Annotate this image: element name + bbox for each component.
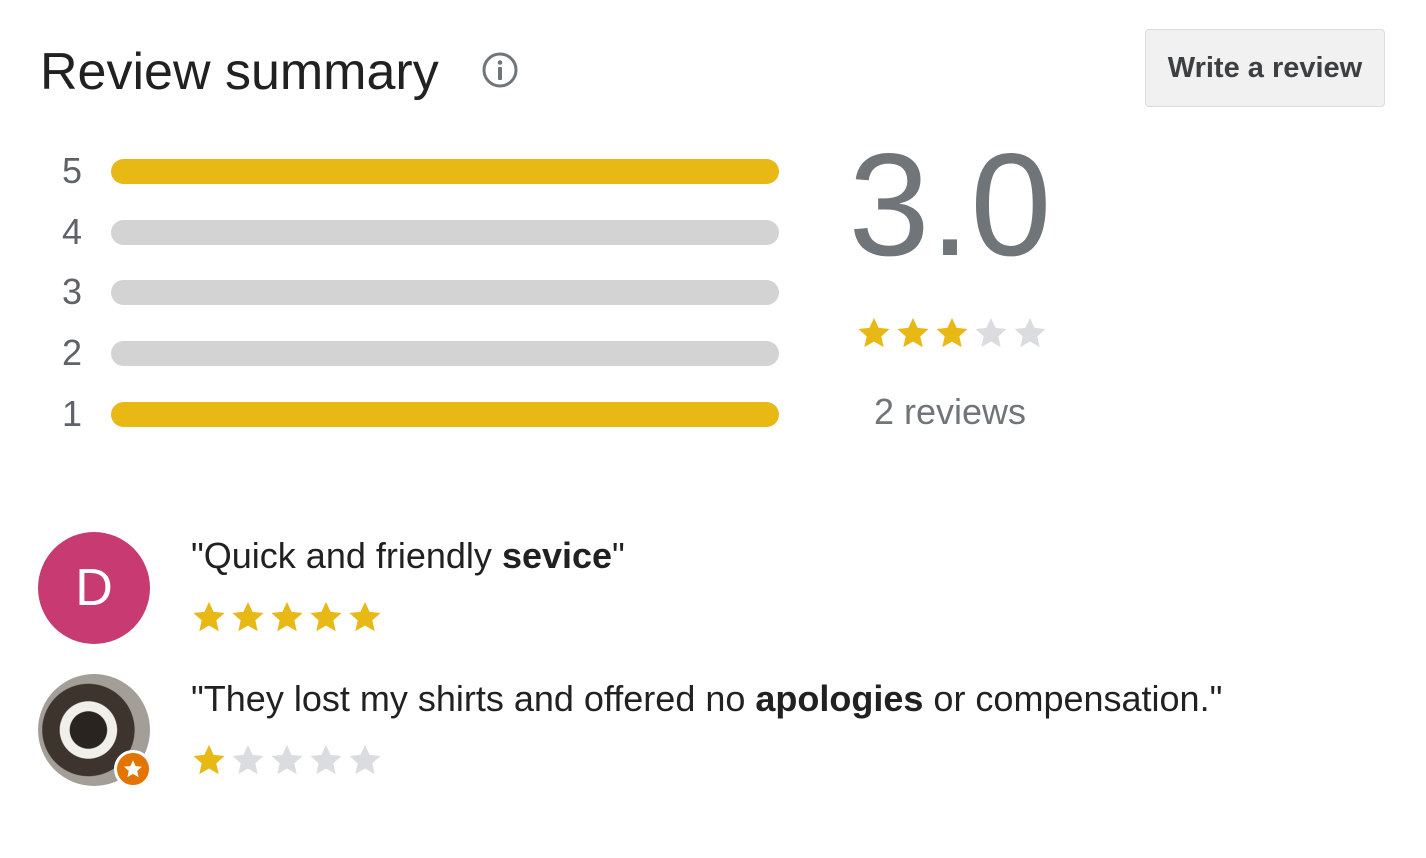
star-icon <box>307 598 345 636</box>
review-text-start: They lost my shirts and offered no <box>203 678 756 719</box>
histogram-row-3[interactable]: 3 <box>55 272 785 312</box>
histogram-bar-track <box>111 159 779 184</box>
histogram-label: 2 <box>61 332 83 373</box>
local-guide-badge-icon <box>114 750 152 788</box>
star-icon <box>190 598 228 636</box>
histogram-label: 4 <box>61 211 83 252</box>
review-text-end: or compensation. <box>923 678 1210 719</box>
review-count-link[interactable]: 2 reviews <box>830 390 1070 434</box>
star-icon <box>268 741 306 779</box>
star-icon <box>894 314 932 352</box>
avatar[interactable]: D <box>38 532 150 644</box>
histogram-bar-track <box>111 341 779 366</box>
info-icon[interactable] <box>481 51 519 89</box>
write-review-button[interactable]: Write a review <box>1145 29 1385 107</box>
star-icon <box>307 741 345 779</box>
page-title: Review summary <box>40 43 439 101</box>
histogram-bar-fill <box>111 159 779 184</box>
star-icon <box>933 314 971 352</box>
star-icon <box>1011 314 1049 352</box>
review-highlight: apologies <box>755 678 924 719</box>
avatar[interactable] <box>38 674 152 788</box>
review-highlight: sevice <box>501 535 613 576</box>
histogram-row-1[interactable]: 1 <box>55 394 785 434</box>
review-stars <box>190 741 385 781</box>
quote-open: " <box>191 678 204 719</box>
histogram-row-2[interactable]: 2 <box>55 333 785 373</box>
histogram-row-5[interactable]: 5 <box>55 151 785 191</box>
star-icon <box>972 314 1010 352</box>
histogram-bar-track <box>111 402 779 427</box>
histogram-label: 5 <box>61 150 83 191</box>
star-icon <box>190 741 228 779</box>
star-icon <box>855 314 893 352</box>
histogram-label: 1 <box>61 393 83 434</box>
star-icon <box>268 598 306 636</box>
quote-open: " <box>191 535 204 576</box>
histogram-bar-track <box>111 220 779 245</box>
quote-close: " <box>612 535 625 576</box>
review-text-start: Quick and friendly <box>203 535 502 576</box>
review-text: "Quick and friendly sevice" <box>191 534 625 578</box>
average-rating: 3.0 <box>848 123 1052 286</box>
review-text: "They lost my shirts and offered no apol… <box>191 677 1222 721</box>
histogram-label: 3 <box>61 271 83 312</box>
star-icon <box>346 598 384 636</box>
review-stars <box>190 598 385 638</box>
average-stars <box>855 314 1050 354</box>
quote-close: " <box>1209 678 1223 719</box>
histogram-row-4[interactable]: 4 <box>55 212 785 252</box>
star-icon <box>229 741 267 779</box>
histogram-bar-track <box>111 280 779 305</box>
histogram-bar-fill <box>111 402 779 427</box>
star-icon <box>346 741 384 779</box>
star-icon <box>229 598 267 636</box>
